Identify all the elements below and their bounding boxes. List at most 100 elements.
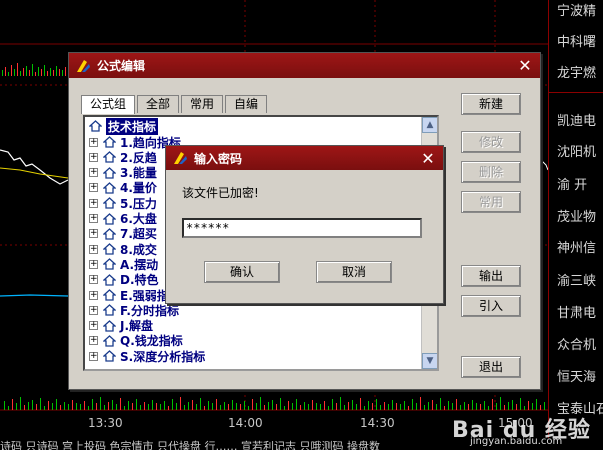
formula-editor-titlebar[interactable]: 公式编辑 ✕ (69, 53, 540, 78)
tree-item[interactable]: +8.成交 (89, 242, 157, 257)
volume-bar (476, 403, 477, 410)
volume-bar (208, 401, 209, 410)
tree-item[interactable]: + A.摆动 (89, 257, 158, 272)
stock-list-panel: 宁波精 中科曙 龙宇燃 凯迪电 沈阳机 渝 开 茂业物 神州信 渝三峡 甘肃电 … (548, 0, 603, 450)
app-logo-icon (174, 152, 187, 164)
stock-item[interactable]: 渝三峡 (557, 270, 596, 289)
volume-bar (132, 403, 133, 410)
stock-item[interactable]: 凯迪电 (557, 110, 596, 129)
volume-bar (304, 402, 305, 410)
import-button[interactable]: 引入 (461, 295, 521, 317)
tree-item[interactable]: + D.特色 (89, 273, 159, 287)
volume-bar (352, 400, 353, 410)
expand-icon[interactable]: + (89, 351, 98, 361)
close-icon[interactable]: ✕ (417, 148, 439, 168)
volume-bar (376, 399, 377, 410)
volume-bar (420, 397, 421, 410)
expand-icon[interactable]: + (89, 198, 98, 208)
stock-item[interactable]: 渝 开 (557, 174, 587, 193)
volume-bar (484, 401, 485, 410)
volume-bar (508, 402, 509, 410)
expand-icon[interactable]: + (89, 275, 98, 285)
stock-item[interactable]: 恒天海 (557, 366, 596, 385)
expand-icon[interactable]: + (89, 305, 98, 315)
cancel-button[interactable]: 取消 (316, 261, 392, 283)
new-button[interactable]: 新建 (461, 93, 521, 115)
volume-bar (16, 403, 17, 410)
password-input[interactable]: ****** (182, 218, 422, 238)
tree-item[interactable]: + Q.钱龙指标 (89, 334, 183, 348)
expand-icon[interactable]: + (89, 259, 98, 269)
scroll-down-icon[interactable]: ▼ (422, 353, 437, 369)
volume-bar (92, 399, 93, 410)
common-button[interactable]: 常用 (461, 191, 521, 213)
tree-root[interactable]: 技术指标 (89, 117, 159, 135)
house-icon (89, 120, 102, 132)
tab-common[interactable]: 常用 (181, 95, 224, 113)
tab-custom[interactable]: 自编 (225, 95, 268, 113)
tree-item-label: S.深度分析指标 (120, 349, 206, 364)
password-dialog-titlebar[interactable]: 输入密码 ✕ (166, 146, 443, 170)
tree-item[interactable]: +3.能量 (89, 166, 157, 180)
volume-bar (112, 400, 113, 410)
stock-item[interactable]: 龙宇燃 (557, 62, 596, 81)
close-icon[interactable]: ✕ (514, 56, 536, 76)
expand-icon[interactable]: + (89, 137, 98, 147)
expand-icon[interactable]: + (89, 214, 98, 223)
volume-bar (29, 70, 30, 76)
tree-item[interactable]: +7.超买 (89, 227, 157, 241)
volume-bar (38, 67, 39, 76)
volume-bar (360, 398, 361, 410)
tab-formula-group[interactable]: 公式组 (81, 95, 136, 114)
stock-item[interactable]: 茂业物 (557, 206, 596, 225)
tree-item[interactable]: + F.分时指标 (89, 303, 179, 318)
volume-bar (44, 65, 45, 76)
volume-bar (56, 66, 57, 76)
expand-icon[interactable]: + (89, 290, 98, 300)
volume-bar (32, 400, 33, 410)
tree-item[interactable]: + J.解盘 (89, 319, 153, 333)
delete-button[interactable]: 删除 (461, 161, 521, 183)
volume-bar (528, 401, 529, 410)
tree-item[interactable]: +2.反趋 (89, 150, 157, 165)
stock-item[interactable]: 众合机 (557, 334, 596, 353)
expand-icon[interactable]: + (89, 152, 98, 162)
tree-item[interactable]: +6.大盘 (89, 212, 157, 226)
scroll-up-icon[interactable]: ▲ (422, 117, 437, 133)
house-icon (103, 227, 116, 240)
tree-item[interactable]: +5.压力 (89, 196, 157, 211)
stock-item[interactable]: 中科曙 (557, 31, 596, 50)
volume-bar (47, 71, 48, 76)
volume-bar (62, 70, 63, 76)
volume-bar (164, 401, 165, 410)
export-button[interactable]: 输出 (461, 265, 521, 287)
tree-item[interactable]: + S.深度分析指标 (89, 349, 206, 364)
volume-bar (404, 401, 405, 410)
exit-button[interactable]: 退出 (461, 356, 521, 378)
expand-icon[interactable]: + (89, 244, 98, 254)
volume-bar (536, 399, 537, 410)
expand-icon[interactable]: + (89, 168, 98, 178)
volume-bar (17, 63, 18, 76)
stock-item[interactable]: 宁波精 (557, 0, 596, 19)
stock-item[interactable]: 沈阳机 (557, 141, 596, 160)
tree-item[interactable]: +4.量价 (89, 181, 157, 195)
expand-icon[interactable]: + (89, 229, 98, 239)
ok-button[interactable]: 确认 (204, 261, 280, 283)
volume-bar (256, 403, 257, 410)
house-icon (103, 289, 116, 301)
tab-all[interactable]: 全部 (137, 95, 180, 113)
expand-icon[interactable]: + (89, 321, 98, 331)
stock-item[interactable]: 甘肃电 (557, 302, 596, 321)
modify-button[interactable]: 修改 (461, 131, 521, 153)
volume-bar (212, 403, 213, 410)
expand-icon[interactable]: + (89, 336, 98, 346)
volume-bar (472, 400, 473, 410)
price-line-right (540, 159, 548, 171)
expand-icon[interactable]: + (89, 183, 98, 193)
house-icon (103, 273, 116, 286)
stock-item[interactable]: 神州信 (557, 237, 596, 256)
volume-bar (48, 401, 49, 410)
house-icon (103, 182, 116, 194)
volume-bar (252, 399, 253, 410)
